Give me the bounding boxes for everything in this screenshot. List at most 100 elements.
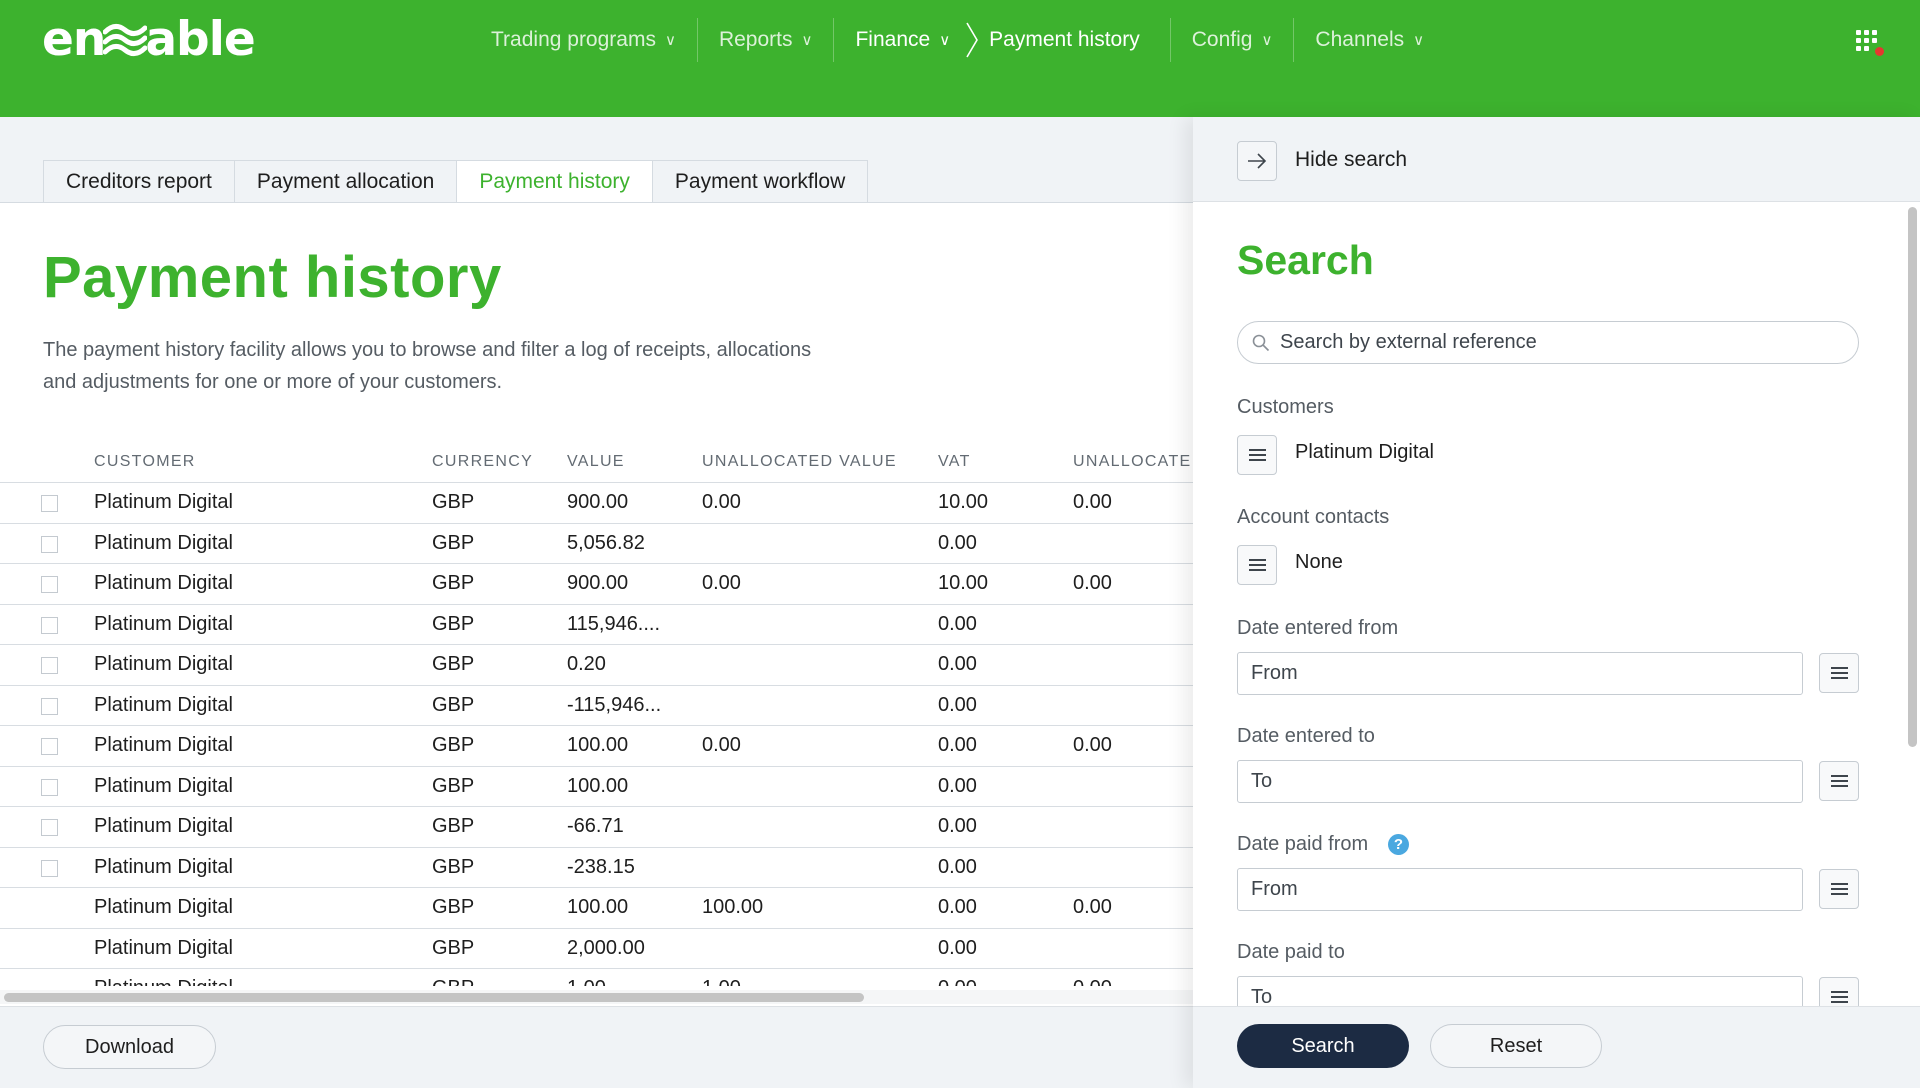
- row-checkbox[interactable]: [41, 778, 58, 796]
- table-row[interactable]: Platinum Digital GBP 0.20 0.00: [0, 645, 1193, 686]
- cell-currency: GBP: [432, 693, 475, 716]
- page-description: The payment history facility allows you …: [43, 339, 812, 393]
- tab-payment-history[interactable]: Payment history: [456, 160, 652, 203]
- cell-unallocated-vat: 0.00: [1073, 734, 1112, 756]
- cell-value: 100.00: [567, 896, 629, 918]
- cell-vat: 0.00: [938, 612, 977, 635]
- vertical-scrollbar[interactable]: [1908, 207, 1917, 747]
- hide-search-button[interactable]: [1237, 141, 1277, 181]
- row-checkbox[interactable]: [41, 535, 58, 553]
- cell-value: 2,000.00: [567, 936, 645, 959]
- logo-wave-icon: [103, 24, 148, 56]
- date-paid-from-input[interactable]: [1237, 868, 1803, 911]
- nav-config[interactable]: Config ∨: [1171, 16, 1294, 64]
- nav-reports[interactable]: Reports ∨: [698, 16, 834, 64]
- cell-vat: 0.00: [938, 936, 977, 959]
- cell-currency: GBP: [432, 815, 475, 837]
- table-header: CUSTOMER CURRENCY VALUE UNALLOCATED VALU…: [0, 446, 1193, 483]
- cell-value: -66.71: [567, 815, 624, 837]
- table-row[interactable]: Platinum Digital GBP 5,056.82 0.00: [0, 524, 1193, 564]
- cell-customer: Platinum Digital: [94, 734, 233, 756]
- cell-value: 900.00: [567, 491, 629, 513]
- tab-payment-allocation[interactable]: Payment allocation: [233, 160, 457, 203]
- customers-menu-button[interactable]: [1237, 435, 1277, 475]
- tab-payment-workflow[interactable]: Payment workflow: [651, 160, 869, 203]
- search-panel: Hide search Search Customers Platinum Di…: [1193, 117, 1920, 1088]
- nav-trading-programs[interactable]: Trading programs ∨: [470, 16, 697, 64]
- cell-customer: Platinum Digital: [94, 815, 233, 837]
- search-input[interactable]: [1280, 331, 1840, 354]
- cell-customer: Platinum Digital: [94, 936, 233, 959]
- grid-apps-icon[interactable]: [1856, 30, 1884, 56]
- date-entered-to-picker-button[interactable]: [1819, 761, 1859, 801]
- breadcrumb-chevron-right-icon: [965, 21, 979, 59]
- row-checkbox[interactable]: [41, 738, 58, 755]
- row-checkbox[interactable]: [41, 616, 58, 634]
- cell-value: 0.20: [567, 653, 606, 675]
- row-checkbox[interactable]: [41, 859, 58, 877]
- column-header-unallocated-vat[interactable]: UNALLOCATE: [1073, 453, 1192, 471]
- date-entered-from-picker-button[interactable]: [1819, 653, 1859, 693]
- reset-button[interactable]: Reset: [1430, 1024, 1602, 1068]
- row-checkbox[interactable]: [41, 657, 58, 674]
- cell-customer: Platinum Digital: [94, 653, 233, 675]
- table-row[interactable]: Platinum Digital GBP 2,000.00 0.00: [0, 929, 1193, 969]
- table-row[interactable]: Platinum Digital GBP 900.00 0.00 10.00 0.00: [0, 564, 1193, 605]
- logo-text-right: able: [145, 12, 255, 67]
- enable-logo[interactable]: en able: [42, 12, 256, 67]
- cell-customer: Platinum Digital: [94, 774, 233, 797]
- cell-unallocated-vat: 0.00: [1073, 977, 1112, 986]
- nav-finance[interactable]: Finance ∨: [834, 16, 971, 64]
- search-panel-header: Hide search: [1193, 117, 1920, 202]
- column-header-customer[interactable]: CUSTOMER: [94, 453, 196, 471]
- customers-value: Platinum Digital: [1295, 441, 1434, 463]
- column-header-currency[interactable]: CURRENCY: [432, 453, 533, 471]
- menu-icon: [1248, 559, 1266, 571]
- account-contacts-value: None: [1295, 551, 1343, 573]
- cell-vat: 0.00: [938, 693, 977, 716]
- cell-currency: GBP: [432, 936, 475, 959]
- table-row[interactable]: Platinum Digital GBP -238.15 0.00: [0, 848, 1193, 888]
- account-contacts-menu-button[interactable]: [1237, 545, 1277, 585]
- date-paid-from-picker-button[interactable]: [1819, 869, 1859, 909]
- horizontal-scrollbar[interactable]: [4, 993, 864, 1002]
- nav-channels[interactable]: Channels ∨: [1294, 16, 1445, 64]
- table-row[interactable]: Platinum Digital GBP 115,946.... 0.00: [0, 605, 1193, 645]
- cell-value: 5,056.82: [567, 531, 645, 554]
- column-header-unallocated-value[interactable]: UNALLOCATED VALUE: [702, 453, 897, 471]
- table-row[interactable]: Platinum Digital GBP 100.00 0.00: [0, 767, 1193, 807]
- table-row[interactable]: Platinum Digital GBP -66.71 0.00: [0, 807, 1193, 848]
- table-row[interactable]: Platinum Digital GBP 100.00 100.00 0.00 0.00: [0, 888, 1193, 929]
- cell-customer: Platinum Digital: [94, 612, 233, 635]
- cell-unallocated-vat: 0.00: [1073, 491, 1112, 513]
- tab-creditors-report[interactable]: Creditors report: [43, 160, 234, 203]
- table-row[interactable]: Platinum Digital GBP -115,946... 0.00: [0, 686, 1193, 726]
- table-row[interactable]: Platinum Digital GBP 900.00 0.00 10.00 0.00: [0, 483, 1193, 524]
- row-checkbox[interactable]: [41, 495, 58, 512]
- row-checkbox[interactable]: [41, 576, 58, 593]
- cell-unallocated: 0.00: [702, 734, 741, 756]
- menu-icon: [1248, 449, 1266, 461]
- search-button[interactable]: Search: [1237, 1024, 1409, 1068]
- date-entered-from-input[interactable]: [1237, 652, 1803, 695]
- cell-unallocated-vat: 0.00: [1073, 572, 1112, 594]
- cell-vat: 10.00: [938, 572, 989, 594]
- row-checkbox[interactable]: [41, 819, 58, 836]
- table-row[interactable]: Platinum Digital GBP 1.00 1.00 0.00 0.00: [0, 969, 1193, 986]
- external-reference-search: [1237, 321, 1859, 364]
- cell-unallocated: 0.00: [702, 491, 741, 513]
- cell-value: 100.00: [567, 734, 629, 756]
- column-header-vat[interactable]: VAT: [938, 453, 971, 471]
- table-row[interactable]: Platinum Digital GBP 100.00 0.00 0.00 0.00: [0, 726, 1193, 767]
- download-button[interactable]: Download: [43, 1025, 216, 1069]
- date-entered-to-input[interactable]: [1237, 760, 1803, 803]
- help-icon[interactable]: ?: [1388, 834, 1409, 855]
- cell-currency: GBP: [432, 491, 475, 513]
- nav-label: Reports: [718, 28, 793, 51]
- cell-value: -238.15: [567, 855, 635, 878]
- cell-currency: GBP: [432, 572, 475, 594]
- row-checkbox[interactable]: [41, 697, 58, 715]
- cell-currency: GBP: [432, 977, 474, 986]
- column-header-value[interactable]: VALUE: [567, 453, 625, 471]
- hide-search-label[interactable]: Hide search: [1295, 148, 1407, 172]
